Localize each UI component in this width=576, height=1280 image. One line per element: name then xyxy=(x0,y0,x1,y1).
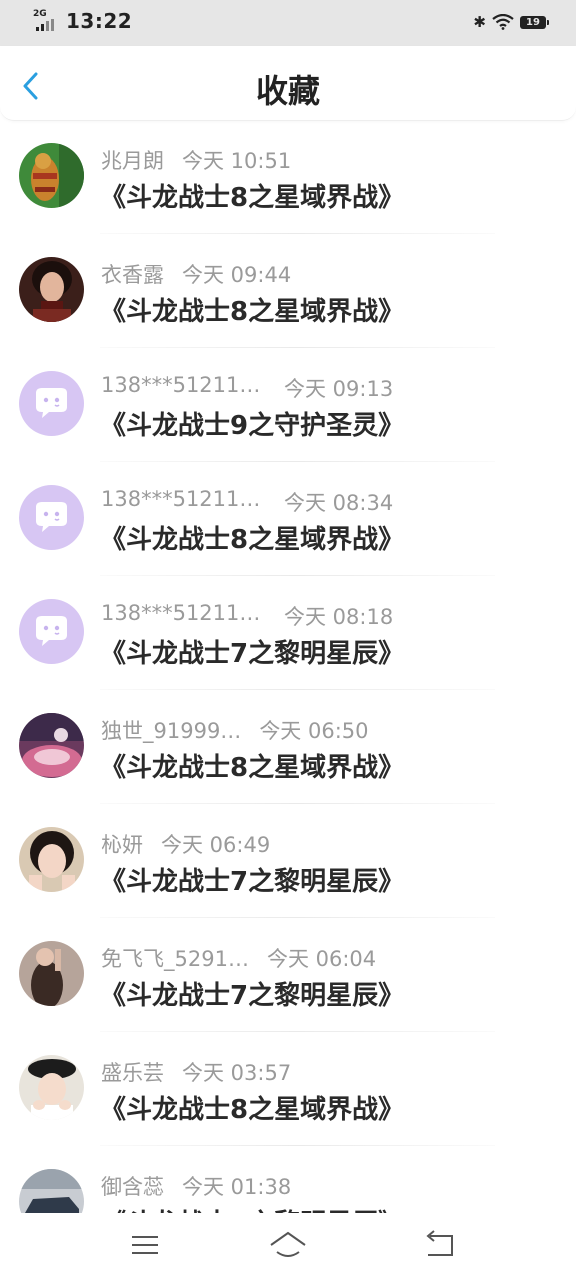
user-name: 盛乐芸 xyxy=(101,1061,164,1085)
item-time: 今天 06:50 xyxy=(259,719,369,743)
item-time: 今天 10:51 xyxy=(182,149,292,173)
status-bar: 2G 13:22 ✱ 19 xyxy=(0,0,576,46)
item-title: 《斗龙战士9之守护圣灵》 xyxy=(100,411,405,441)
item-time: 今天 01:38 xyxy=(182,1175,292,1199)
list-item[interactable]: 免飞飞_5291… 今天 06:04 《斗龙战士7之黎明星辰》 xyxy=(0,919,576,1033)
default-avatar-icon xyxy=(19,371,84,436)
item-title: 《斗龙战士8之星域界战》 xyxy=(100,525,405,555)
default-avatar-icon xyxy=(19,599,84,664)
item-time: 今天 06:04 xyxy=(266,947,377,971)
item-meta: 138***5121111 今天 08:34 xyxy=(101,487,393,515)
item-title: 《斗龙战士8之星域界战》 xyxy=(100,297,405,327)
avatar xyxy=(19,827,84,892)
favorites-list: 兆月朗 今天 10:51 《斗龙战士8之星域界战》 衣香露 今天 09:44 《斗龙… xyxy=(0,121,576,1213)
list-item[interactable]: 御含蕊今天 01:38 《斗龙战士7之黎明星辰》 xyxy=(0,1147,576,1213)
user-name: 杺妍 xyxy=(101,833,143,857)
user-name: 免飞飞_5291… xyxy=(101,947,249,971)
item-time: 今天 09:44 xyxy=(182,263,292,287)
item-title: 《斗龙战士7之黎明星辰》 xyxy=(100,867,405,897)
bluetooth-icon: ✱ xyxy=(473,13,486,31)
divider xyxy=(100,461,495,462)
list-item[interactable]: 兆月朗 今天 10:51 《斗龙战士8之星域界战》 xyxy=(0,121,576,235)
item-time: 今天 08:34 xyxy=(284,491,394,515)
divider xyxy=(100,347,495,348)
page-title: 收藏 xyxy=(255,72,320,110)
divider xyxy=(100,575,495,576)
avatar xyxy=(19,1055,84,1120)
list-item[interactable]: 衣香露 今天 09:44 《斗龙战士8之星域界战》 xyxy=(0,235,576,349)
divider xyxy=(100,803,495,804)
avatar xyxy=(19,257,84,322)
home-button[interactable] xyxy=(268,1228,308,1262)
item-time: 今天 09:13 xyxy=(284,377,394,401)
divider xyxy=(100,917,495,918)
user-name: 138***5121111 xyxy=(101,601,266,625)
item-meta: 独世_91999… 今天 06:50 xyxy=(101,715,369,743)
back-icon xyxy=(426,1230,453,1256)
user-name: 兆月朗 xyxy=(101,149,164,173)
avatar xyxy=(19,713,84,778)
item-meta: 138***5121111 今天 09:13 xyxy=(101,373,393,401)
divider xyxy=(100,233,495,234)
item-time: 今天 03:57 xyxy=(182,1061,292,1085)
user-name: 独世_91999… xyxy=(101,719,242,743)
divider xyxy=(100,1031,495,1032)
network-type: 2G xyxy=(33,9,47,19)
item-meta: 御含蕊 今天 01:38 xyxy=(101,1171,291,1199)
list-item[interactable]: 138***5121111 今天 09:13 《斗龙战士9之守护圣灵》 xyxy=(0,349,576,463)
list-item[interactable]: 杺妍 今天 06:49 《斗龙战士7之黎明星辰》 xyxy=(0,805,576,919)
item-meta: 兆月朗 今天 10:51 xyxy=(101,145,291,173)
battery-icon: 19 xyxy=(520,15,549,29)
list-item[interactable]: 盛乐芸 今天 03:57 《斗龙战士8之星域界战》 xyxy=(0,1033,576,1147)
header: 收藏 xyxy=(0,46,576,121)
item-title: 《斗龙战士8之星域界战》 xyxy=(100,183,405,213)
item-time: 今天 08:18 xyxy=(284,605,394,629)
user-name: 衣香露 xyxy=(101,263,164,287)
divider xyxy=(100,1145,495,1146)
avatar xyxy=(19,1169,84,1213)
menu-button[interactable] xyxy=(125,1228,165,1262)
default-avatar-icon xyxy=(19,485,84,550)
item-title: 《斗龙战士7之黎明星辰》 xyxy=(100,639,405,669)
list-item[interactable]: 独世_91999… 今天 06:50 《斗龙战士8之星域界战》 xyxy=(0,691,576,805)
status-icons: ✱ 19 xyxy=(473,12,549,32)
item-title: 《斗龙战士8之星域界战》 xyxy=(100,1095,405,1125)
system-nav-bar xyxy=(0,1213,576,1280)
item-title: 《斗龙战士7之黎明星辰》 xyxy=(100,1203,404,1213)
user-name: 138***5121111 xyxy=(101,373,266,397)
item-meta: 盛乐芸 今天 03:57 xyxy=(101,1057,291,1085)
home-icon xyxy=(270,1231,306,1257)
item-meta: 免飞飞_5291… 今天 06:04 xyxy=(101,943,376,971)
avatar xyxy=(19,941,84,1006)
clock: 13:22 xyxy=(66,9,133,33)
item-title: 《斗龙战士8之星域界战》 xyxy=(100,753,405,783)
item-meta: 衣香露 今天 09:44 xyxy=(101,259,291,287)
item-meta: 杺妍 今天 06:49 xyxy=(101,829,270,857)
user-name: 御含蕊 xyxy=(101,1175,164,1199)
item-title: 《斗龙战士7之黎明星辰》 xyxy=(100,981,405,1011)
divider xyxy=(100,689,495,690)
list-item[interactable]: 138***5121111 今天 08:18 《斗龙战士7之黎明星辰》 xyxy=(0,577,576,691)
user-name: 138***5121111 xyxy=(101,487,266,511)
item-meta: 138***5121111 今天 08:18 xyxy=(101,601,393,629)
back-nav-button[interactable] xyxy=(420,1228,460,1262)
avatar xyxy=(19,143,84,208)
item-time: 今天 06:49 xyxy=(161,833,271,857)
menu-icon xyxy=(132,1236,158,1254)
list-item[interactable]: 138***5121111 今天 08:34 《斗龙战士8之星域界战》 xyxy=(0,463,576,577)
signal-icon xyxy=(36,19,56,31)
wifi-icon xyxy=(492,14,514,30)
